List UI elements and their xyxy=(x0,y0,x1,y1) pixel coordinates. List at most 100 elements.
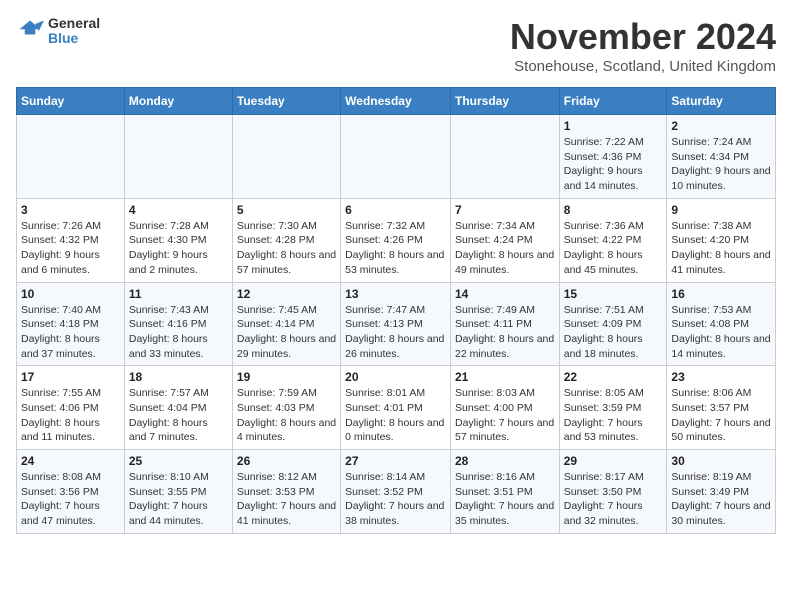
calendar-cell: 25Sunrise: 8:10 AM Sunset: 3:55 PM Dayli… xyxy=(124,450,232,534)
calendar-cell xyxy=(124,115,232,199)
calendar-week-row: 24 Sunrise: 8:08 AM Sunset: 3:56 PM Dayli… xyxy=(17,450,776,534)
month-title: November 2024 xyxy=(510,16,776,58)
day-info: Sunrise: 7:40 AM Sunset: 4:18 PM Dayligh… xyxy=(21,303,120,362)
weekday-header: Wednesday xyxy=(341,88,451,115)
day-info: Sunrise: 7:57 AM Sunset: 4:04 PM Dayligh… xyxy=(129,386,228,445)
day-info: Sunrise: 8:19 AM Sunset: 3:49 PM Dayligh… xyxy=(671,470,771,529)
calendar-cell: 18 Sunrise: 7:57 AM Sunset: 4:04 PM Dayli… xyxy=(124,366,232,450)
day-info: Sunrise: 7:32 AM Sunset: 4:26 PM Dayligh… xyxy=(345,219,446,278)
calendar-cell: 5Sunrise: 7:30 AM Sunset: 4:28 PM Daylig… xyxy=(232,198,340,282)
page-header: General Blue November 2024 Stonehouse, S… xyxy=(16,16,776,75)
day-info: Sunrise: 8:14 AM Sunset: 3:52 PM Dayligh… xyxy=(345,470,446,529)
calendar-table: SundayMondayTuesdayWednesdayThursdayFrid… xyxy=(16,87,776,534)
calendar-cell: 14Sunrise: 7:49 AM Sunset: 4:11 PM Dayli… xyxy=(450,282,559,366)
day-number: 4 xyxy=(129,203,228,217)
calendar-cell: 4 Sunrise: 7:28 AM Sunset: 4:30 PM Daylig… xyxy=(124,198,232,282)
day-number: 27 xyxy=(345,454,446,468)
day-info: Sunrise: 7:22 AM Sunset: 4:36 PM Dayligh… xyxy=(564,135,663,194)
day-number: 29 xyxy=(564,454,663,468)
calendar-cell: 7 Sunrise: 7:34 AM Sunset: 4:24 PM Daylig… xyxy=(450,198,559,282)
day-info: Sunrise: 8:16 AM Sunset: 3:51 PM Dayligh… xyxy=(455,470,555,529)
day-number: 13 xyxy=(345,287,446,301)
calendar-cell xyxy=(341,115,451,199)
day-number: 16 xyxy=(671,287,771,301)
day-info: Sunrise: 7:28 AM Sunset: 4:30 PM Dayligh… xyxy=(129,219,228,278)
calendar-cell xyxy=(450,115,559,199)
weekday-header: Tuesday xyxy=(232,88,340,115)
calendar-cell: 24 Sunrise: 8:08 AM Sunset: 3:56 PM Dayli… xyxy=(17,450,125,534)
calendar-cell: 17 Sunrise: 7:55 AM Sunset: 4:06 PM Dayli… xyxy=(17,366,125,450)
calendar-cell: 9 Sunrise: 7:38 AM Sunset: 4:20 PM Daylig… xyxy=(667,198,776,282)
day-info: Sunrise: 7:55 AM Sunset: 4:06 PM Dayligh… xyxy=(21,386,120,445)
weekday-header: Sunday xyxy=(17,88,125,115)
day-number: 22 xyxy=(564,370,663,384)
day-info: Sunrise: 7:51 AM Sunset: 4:09 PM Dayligh… xyxy=(564,303,663,362)
day-number: 24 xyxy=(21,454,120,468)
calendar-cell: 12 Sunrise: 7:45 AM Sunset: 4:14 PM Dayli… xyxy=(232,282,340,366)
day-number: 20 xyxy=(345,370,446,384)
day-info: Sunrise: 7:43 AM Sunset: 4:16 PM Dayligh… xyxy=(129,303,228,362)
calendar-cell: 15 Sunrise: 7:51 AM Sunset: 4:09 PM Dayli… xyxy=(559,282,667,366)
calendar-cell: 20 Sunrise: 8:01 AM Sunset: 4:01 PM Dayli… xyxy=(341,366,451,450)
day-info: Sunrise: 8:08 AM Sunset: 3:56 PM Dayligh… xyxy=(21,470,120,529)
calendar-cell: 19 Sunrise: 7:59 AM Sunset: 4:03 PM Dayli… xyxy=(232,366,340,450)
calendar-cell: 22 Sunrise: 8:05 AM Sunset: 3:59 PM Dayli… xyxy=(559,366,667,450)
logo-icon xyxy=(16,17,44,45)
calendar-week-row: 17 Sunrise: 7:55 AM Sunset: 4:06 PM Dayli… xyxy=(17,366,776,450)
day-number: 10 xyxy=(21,287,120,301)
day-info: Sunrise: 7:47 AM Sunset: 4:13 PM Dayligh… xyxy=(345,303,446,362)
day-info: Sunrise: 7:26 AM Sunset: 4:32 PM Dayligh… xyxy=(21,219,120,278)
day-number: 28 xyxy=(455,454,555,468)
day-number: 6 xyxy=(345,203,446,217)
day-number: 11 xyxy=(129,287,228,301)
day-info: Sunrise: 7:36 AM Sunset: 4:22 PM Dayligh… xyxy=(564,219,663,278)
calendar-cell: 26 Sunrise: 8:12 AM Sunset: 3:53 PM Dayli… xyxy=(232,450,340,534)
day-number: 1 xyxy=(564,119,663,133)
day-info: Sunrise: 8:12 AM Sunset: 3:53 PM Dayligh… xyxy=(237,470,336,529)
day-number: 23 xyxy=(671,370,771,384)
day-number: 15 xyxy=(564,287,663,301)
day-info: Sunrise: 7:59 AM Sunset: 4:03 PM Dayligh… xyxy=(237,386,336,445)
day-number: 18 xyxy=(129,370,228,384)
day-number: 26 xyxy=(237,454,336,468)
day-info: Sunrise: 8:06 AM Sunset: 3:57 PM Dayligh… xyxy=(671,386,771,445)
calendar-cell: 2Sunrise: 7:24 AM Sunset: 4:34 PM Daylig… xyxy=(667,115,776,199)
day-number: 12 xyxy=(237,287,336,301)
day-number: 7 xyxy=(455,203,555,217)
day-info: Sunrise: 7:30 AM Sunset: 4:28 PM Dayligh… xyxy=(237,219,336,278)
calendar-cell: 21Sunrise: 8:03 AM Sunset: 4:00 PM Dayli… xyxy=(450,366,559,450)
day-number: 9 xyxy=(671,203,771,217)
day-info: Sunrise: 7:34 AM Sunset: 4:24 PM Dayligh… xyxy=(455,219,555,278)
calendar-cell: 29 Sunrise: 8:17 AM Sunset: 3:50 PM Dayli… xyxy=(559,450,667,534)
calendar-cell: 11 Sunrise: 7:43 AM Sunset: 4:16 PM Dayli… xyxy=(124,282,232,366)
calendar-cell xyxy=(17,115,125,199)
calendar-cell: 30Sunrise: 8:19 AM Sunset: 3:49 PM Dayli… xyxy=(667,450,776,534)
weekday-header: Friday xyxy=(559,88,667,115)
day-number: 2 xyxy=(671,119,771,133)
calendar-cell: 28 Sunrise: 8:16 AM Sunset: 3:51 PM Dayli… xyxy=(450,450,559,534)
location-subtitle: Stonehouse, Scotland, United Kingdom xyxy=(510,58,776,75)
day-number: 17 xyxy=(21,370,120,384)
calendar-cell: 16Sunrise: 7:53 AM Sunset: 4:08 PM Dayli… xyxy=(667,282,776,366)
day-info: Sunrise: 7:45 AM Sunset: 4:14 PM Dayligh… xyxy=(237,303,336,362)
weekday-header-row: SundayMondayTuesdayWednesdayThursdayFrid… xyxy=(17,88,776,115)
day-number: 8 xyxy=(564,203,663,217)
day-number: 19 xyxy=(237,370,336,384)
logo: General Blue xyxy=(16,16,100,47)
weekday-header: Saturday xyxy=(667,88,776,115)
calendar-week-row: 10 Sunrise: 7:40 AM Sunset: 4:18 PM Dayli… xyxy=(17,282,776,366)
calendar-cell xyxy=(232,115,340,199)
day-info: Sunrise: 8:05 AM Sunset: 3:59 PM Dayligh… xyxy=(564,386,663,445)
day-info: Sunrise: 8:01 AM Sunset: 4:01 PM Dayligh… xyxy=(345,386,446,445)
calendar-week-row: 3Sunrise: 7:26 AM Sunset: 4:32 PM Daylig… xyxy=(17,198,776,282)
calendar-cell: 23 Sunrise: 8:06 AM Sunset: 3:57 PM Dayli… xyxy=(667,366,776,450)
calendar-cell: 27 Sunrise: 8:14 AM Sunset: 3:52 PM Dayli… xyxy=(341,450,451,534)
day-info: Sunrise: 7:38 AM Sunset: 4:20 PM Dayligh… xyxy=(671,219,771,278)
day-number: 25 xyxy=(129,454,228,468)
calendar-cell: 1 Sunrise: 7:22 AM Sunset: 4:36 PM Daylig… xyxy=(559,115,667,199)
calendar-cell: 3Sunrise: 7:26 AM Sunset: 4:32 PM Daylig… xyxy=(17,198,125,282)
calendar-week-row: 1 Sunrise: 7:22 AM Sunset: 4:36 PM Daylig… xyxy=(17,115,776,199)
day-info: Sunrise: 8:17 AM Sunset: 3:50 PM Dayligh… xyxy=(564,470,663,529)
weekday-header: Thursday xyxy=(450,88,559,115)
weekday-header: Monday xyxy=(124,88,232,115)
